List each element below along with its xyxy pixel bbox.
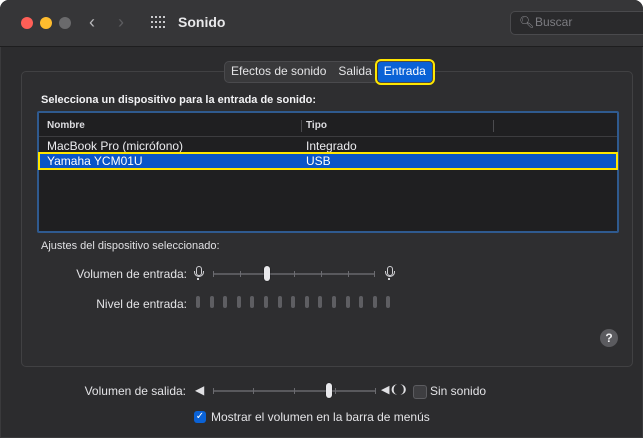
slider-tick	[375, 388, 376, 394]
back-chevron-icon[interactable]: ‹	[89, 13, 95, 31]
device-name: Yamaha YCM01U	[47, 154, 143, 168]
column-header-type[interactable]: Tipo	[306, 120, 327, 131]
level-meter-bar	[386, 296, 390, 308]
column-divider	[301, 120, 302, 132]
level-meter-bar	[346, 296, 350, 308]
slider-tick	[240, 271, 241, 277]
device-type: Integrado	[306, 139, 357, 153]
level-meter-bar	[223, 296, 227, 308]
input-level-label: Nivel de entrada:	[96, 297, 187, 311]
output-volume-knob[interactable]	[326, 383, 332, 398]
device-settings-heading: Ajustes del dispositivo seleccionado:	[41, 240, 220, 252]
output-volume-label: Volumen de salida:	[84, 384, 186, 398]
level-meter-bar	[359, 296, 363, 308]
input-volume-label: Volumen de entrada:	[76, 267, 187, 281]
column-divider	[493, 120, 494, 132]
input-device-table[interactable]: Nombre Tipo MacBook Pro (micrófono) Inte…	[37, 111, 619, 233]
level-meter-bar	[250, 296, 254, 308]
microphone-high-icon	[384, 266, 395, 280]
tab-output[interactable]: Salida	[332, 62, 377, 82]
forward-chevron-icon[interactable]: ›	[118, 13, 124, 31]
search-icon: 🔍︎	[519, 15, 535, 29]
level-meter-bar	[237, 296, 241, 308]
show-all-grid-icon[interactable]	[151, 16, 165, 28]
window-title: Sonido	[178, 14, 226, 30]
zoom-button[interactable]	[59, 17, 71, 29]
input-device-heading: Selecciona un dispositivo para la entrad…	[41, 94, 317, 106]
tab-input[interactable]: Entrada	[374, 59, 435, 85]
close-button[interactable]	[21, 17, 33, 29]
table-header: Nombre Tipo	[39, 118, 617, 137]
output-volume-slider[interactable]	[213, 383, 376, 399]
slider-tick	[213, 271, 214, 277]
slider-tick	[374, 271, 375, 277]
table-row-selected[interactable]: Yamaha YCM01U USB	[38, 152, 618, 170]
speaker-high-icon: ◀︎❨❩	[381, 384, 408, 396]
slider-tick	[294, 271, 295, 277]
show-volume-menubar-label: Mostrar el volumen en la barra de menús	[211, 410, 430, 424]
mute-label: Sin sonido	[430, 384, 487, 398]
mute-checkbox[interactable]	[413, 385, 427, 399]
level-meter-bar	[305, 296, 309, 308]
slider-tick	[348, 271, 349, 277]
tab-sound-effects[interactable]: Efectos de sonido	[225, 62, 332, 82]
level-meter-bar	[210, 296, 214, 308]
input-volume-knob[interactable]	[264, 266, 270, 281]
device-type: USB	[306, 154, 331, 168]
show-volume-menubar-checkbox[interactable]: ✓	[194, 411, 206, 423]
slider-tick	[321, 271, 322, 277]
level-meter-bar	[278, 296, 282, 308]
level-meter-bar	[332, 296, 336, 308]
search-field[interactable]: 🔍︎	[510, 11, 643, 35]
level-meter-bar	[373, 296, 377, 308]
device-name: MacBook Pro (micrófono)	[47, 139, 184, 153]
minimize-button[interactable]	[40, 17, 52, 29]
slider-tick	[253, 388, 254, 394]
speaker-low-icon: ◀︎	[195, 383, 205, 397]
sound-preferences-window: ‹ › Sonido 🔍︎ Efectos de sonido Salida E…	[0, 0, 643, 438]
help-button[interactable]: ?	[600, 329, 618, 347]
tab-bar: Efectos de sonido Salida Entrada	[224, 59, 435, 85]
level-meter-bar	[318, 296, 322, 308]
slider-tick	[335, 388, 336, 394]
search-input[interactable]	[535, 14, 635, 30]
column-header-name[interactable]: Nombre	[47, 120, 85, 131]
title-bar: ‹ › Sonido 🔍︎	[0, 0, 643, 47]
level-meter-bar	[291, 296, 295, 308]
level-meter-bar	[196, 296, 200, 308]
slider-tick	[294, 388, 295, 394]
input-volume-slider[interactable]	[213, 266, 375, 282]
table-row[interactable]: MacBook Pro (micrófono) Integrado	[39, 138, 617, 154]
level-meter-bar	[264, 296, 268, 308]
microphone-low-icon	[193, 266, 204, 280]
slider-tick	[213, 388, 214, 394]
